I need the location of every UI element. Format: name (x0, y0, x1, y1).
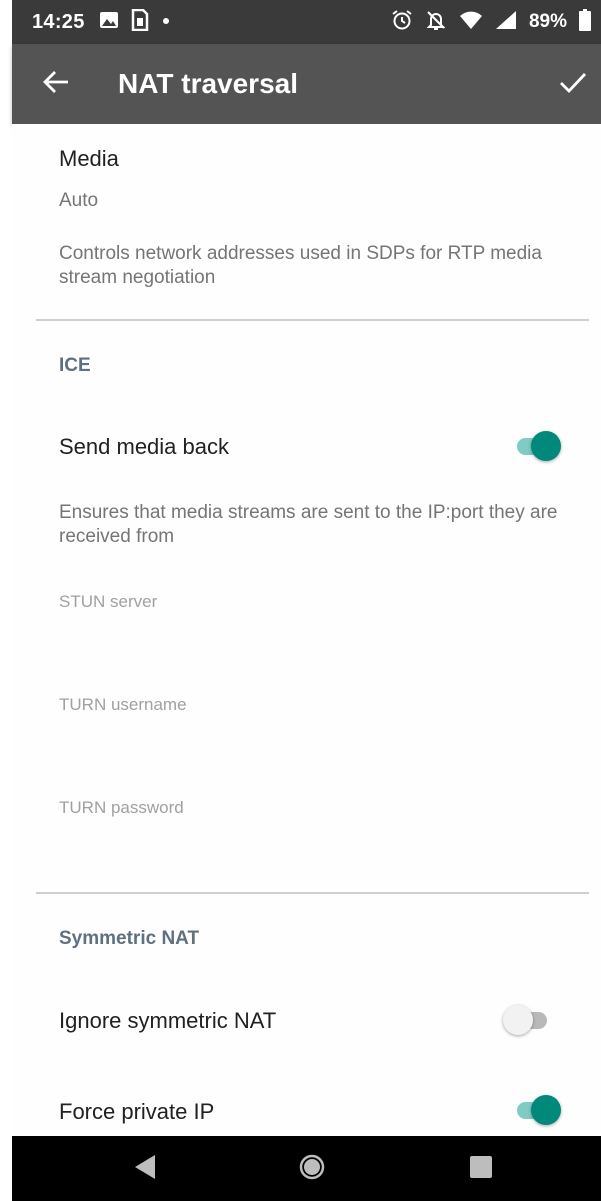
force-private-ip-switch[interactable] (515, 1095, 561, 1125)
divider (36, 892, 589, 894)
triangle-back-icon (133, 1154, 157, 1185)
page-title: NAT traversal (118, 68, 299, 99)
ignore-symmetric-nat-title: Ignore symmetric NAT (59, 1008, 277, 1033)
nav-back-button[interactable] (130, 1154, 160, 1184)
stun-server-field[interactable]: STUN server (59, 592, 157, 612)
force-private-ip-title: Force private IP (59, 1099, 215, 1124)
status-bar: 14:25 89% (12, 0, 601, 44)
confirm-button[interactable] (555, 66, 591, 102)
dot-icon (161, 13, 171, 31)
ignore-symmetric-nat-preference[interactable]: Ignore symmetric NAT (59, 1008, 511, 1034)
send-media-back-switch[interactable] (515, 431, 561, 461)
send-media-back-title: Send media back (59, 434, 229, 459)
turn-username-field[interactable]: TURN username (59, 695, 187, 715)
force-private-ip-preference[interactable]: Force private IP (59, 1099, 511, 1125)
check-icon (558, 67, 588, 102)
category-ice: ICE (59, 355, 91, 376)
media-description: Controls network addresses used in SDPs … (59, 243, 542, 288)
circle-home-icon (298, 1153, 326, 1186)
wifi-icon (459, 10, 483, 35)
ignore-symmetric-nat-switch[interactable] (503, 1005, 551, 1035)
app-bar: NAT traversal (12, 44, 601, 124)
battery-percent: 89% (528, 11, 567, 32)
arrow-back-icon (42, 68, 70, 101)
notifications-off-icon (425, 9, 447, 36)
image-icon (99, 10, 119, 35)
turn-password-field[interactable]: TURN password (59, 798, 184, 818)
category-symmetric-nat: Symmetric NAT (59, 928, 200, 949)
nav-home-button[interactable] (297, 1154, 327, 1184)
send-media-back-preference[interactable]: Send media back (59, 434, 511, 460)
battery-icon (579, 8, 591, 36)
signal-icon (495, 10, 517, 35)
media-title: Media (59, 146, 119, 171)
alarm-icon (391, 9, 413, 36)
navigation-bar (12, 1136, 601, 1201)
settings-list: Media Auto Controls network addresses us… (12, 124, 601, 1136)
square-recents-icon (469, 1155, 493, 1184)
divider (36, 319, 589, 321)
back-button[interactable] (38, 66, 74, 102)
status-time: 14:25 (32, 10, 85, 33)
nav-recents-button[interactable] (466, 1154, 496, 1184)
media-value: Auto (59, 190, 99, 211)
send-media-back-description: Ensures that media streams are sent to t… (59, 502, 558, 547)
media-preference[interactable]: Media Auto Controls network addresses us… (59, 146, 571, 290)
sim-icon (131, 8, 149, 36)
